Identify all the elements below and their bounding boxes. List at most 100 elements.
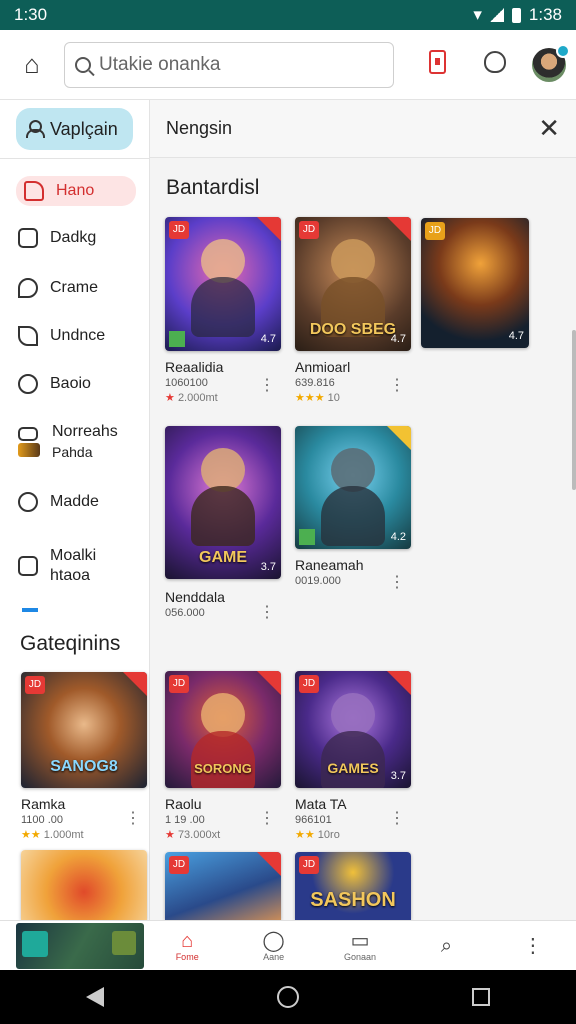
sidebar-item-undnce[interactable]: Undnce (0, 326, 123, 346)
more-options-icon[interactable]: ⋮ (389, 808, 405, 828)
home-circle-icon[interactable] (276, 986, 299, 1008)
star-icon: ★★ (21, 829, 41, 841)
game-card[interactable]: JD GAMES 3.7 Mata TA 966101 ★★ 10ro ⋮ (295, 671, 411, 841)
game-card[interactable] (21, 850, 147, 920)
profile-button-label: Vaplçain (50, 118, 118, 139)
sidebar-item-madde[interactable]: Madde (0, 492, 117, 512)
system-nav-bar (0, 970, 576, 1024)
sidebar-item-label: Hano (56, 182, 95, 199)
home-button[interactable]: ⌂ (0, 49, 64, 80)
sidebar-item-home[interactable]: Hano (16, 176, 136, 206)
game-card[interactable]: JD SANOG8 Ramka 1100 .00 ★★ 1.000mt ⋮ (21, 672, 147, 841)
search-input[interactable] (99, 53, 369, 76)
game-card[interactable]: GAME 3.7 Nenddala 056.000 ⋮ (165, 426, 281, 622)
tag-icon (18, 278, 38, 298)
search-icon (75, 56, 91, 73)
game-cover[interactable]: JD (165, 852, 281, 920)
game-card[interactable]: JD SORONG Raolu 1 19 .00 ★ 73.000xt ⋮ (165, 671, 281, 841)
person-icon (26, 120, 45, 138)
app-icon (112, 930, 136, 955)
sidebar-item-norreahs[interactable]: Norreahs Pahda (0, 422, 136, 462)
game-cover[interactable]: JD SORONG (165, 671, 281, 788)
app-logo-icon: JD (169, 675, 189, 693)
game-title: Anmioarl (295, 359, 351, 375)
game-cover[interactable]: JD SASHON (295, 852, 411, 920)
feather-icon (18, 326, 38, 346)
game-cover[interactable]: JD SANOG8 (21, 672, 147, 788)
game-cover[interactable]: JD GAMES 3.7 (295, 671, 411, 788)
search-box[interactable] (64, 41, 394, 88)
more-options-icon[interactable]: ⋮ (259, 602, 275, 622)
check-icon (299, 529, 315, 545)
panel-title: Nengsin (166, 118, 233, 138)
game-card[interactable]: JD (165, 852, 281, 920)
sidebar-item-moalki[interactable]: Moalki htaoa (0, 546, 114, 586)
shield-icon: ◯ (262, 929, 285, 952)
nav-aane[interactable]: ◯ Aane (230, 930, 316, 962)
categories-title: Gateqinins (20, 632, 121, 655)
checkbox-icon (18, 556, 38, 576)
notification-dot (556, 43, 570, 58)
game-cover[interactable]: JD 4.7 (421, 218, 529, 348)
recents-icon[interactable] (471, 988, 490, 1006)
sidebar-item-dadkg[interactable]: Dadkg (0, 228, 114, 248)
app-logo-icon: JD (299, 675, 319, 693)
sidebar-item-label: Baoio (50, 375, 91, 392)
panel-header: Nengsin ✕ (150, 100, 576, 158)
game-cover[interactable]: JD 4.7 (165, 217, 281, 351)
sidebar-item-baoio[interactable]: Baoio (0, 374, 109, 394)
nav-more[interactable]: ⋮ (490, 935, 576, 957)
back-icon[interactable] (86, 987, 105, 1007)
shield-button[interactable] (466, 50, 524, 79)
bookmark-button[interactable] (408, 49, 466, 80)
game-rating: ★★ 10ro (295, 829, 340, 841)
search-icon: ⌕ (440, 934, 453, 957)
game-card[interactable]: JD DOO SBEG 4.7 Anmioarl 639.816 ★★★ 10 … (295, 217, 411, 404)
nav-home[interactable]: ⌂ Fome (144, 930, 230, 962)
status-time-right: 1:38 (528, 5, 562, 24)
nav-search[interactable]: ⌕ (403, 935, 489, 957)
more-options-icon[interactable]: ⋮ (125, 808, 141, 828)
game-card[interactable]: JD 4.7 (421, 218, 529, 348)
game-card[interactable]: JD 4.7 Reaalidia 1060100 ★ 2.000mt ⋮ (165, 217, 281, 404)
game-rating: ★★ 1.000mt (21, 829, 84, 841)
check-icon (169, 331, 185, 347)
more-options-icon[interactable]: ⋮ (259, 808, 275, 828)
smile-icon (18, 492, 38, 512)
more-options-icon[interactable]: ⋮ (389, 572, 405, 592)
mini-player-thumbnail[interactable] (16, 922, 144, 969)
game-cover[interactable]: 4.2 (295, 426, 411, 549)
home-icon: ⌂ (24, 49, 40, 79)
game-cover[interactable] (21, 850, 147, 920)
game-cover[interactable]: JD DOO SBEG 4.7 (295, 217, 411, 351)
scroll-indicator (22, 608, 38, 612)
battery-icon (511, 7, 521, 23)
status-bar: 1:30 ▾ 1:38 (0, 0, 576, 30)
avatar[interactable] (532, 43, 570, 82)
more-options-icon[interactable]: ⋮ (259, 375, 275, 395)
game-title: Raneamah (295, 557, 364, 573)
shield-icon (484, 50, 506, 73)
more-options-icon[interactable]: ⋮ (389, 375, 405, 395)
scrollbar[interactable] (572, 330, 576, 490)
app-logo-icon: JD (299, 856, 319, 874)
top-bar: ⌂ (0, 30, 576, 100)
game-cover[interactable]: GAME 3.7 (165, 426, 281, 579)
app-logo-icon: JD (169, 221, 189, 239)
sidebar-item-crame[interactable]: Crame (0, 278, 116, 298)
sidebar-item-label: Dadkg (50, 229, 97, 246)
status-time-left: 1:30 (14, 5, 48, 24)
game-card[interactable]: JD SASHON (295, 852, 411, 920)
star-icon: ★★★ (295, 392, 325, 404)
status-icons: ▾ 1:38 (473, 5, 562, 25)
nav-gonaan[interactable]: ▭ Gonaan (317, 930, 403, 962)
sidebar-item-label: Undnce (50, 327, 106, 344)
close-button[interactable]: ✕ (538, 113, 560, 144)
app-logo-icon: JD (425, 222, 445, 240)
home-icon: ⌂ (181, 929, 194, 952)
person-icon (18, 374, 38, 394)
game-card[interactable]: 4.2 Raneamah 0019.000 ⋮ (295, 426, 411, 591)
app-logo-icon: JD (299, 221, 319, 239)
profile-button[interactable]: Vaplçain (16, 108, 133, 150)
app-logo-icon: JD (169, 856, 189, 874)
